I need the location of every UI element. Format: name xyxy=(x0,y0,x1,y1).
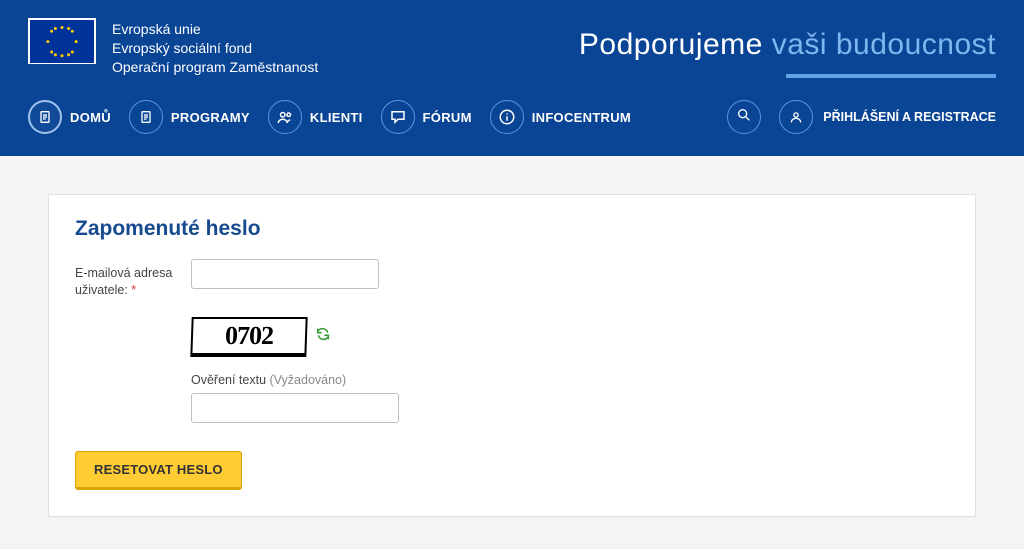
captcha-text: 0702 xyxy=(225,321,274,351)
auth-link[interactable]: PŘIHLÁŠENÍ A REGISTRACE xyxy=(779,100,996,134)
site-header: Evropská unie Evropský sociální fond Ope… xyxy=(0,0,1024,156)
document-icon xyxy=(129,100,163,134)
nav-label: KLIENTI xyxy=(310,110,363,125)
captcha-label-text: Ověření textu xyxy=(191,373,270,387)
nav-item-infocentre[interactable]: INFOCENTRUM xyxy=(490,100,631,134)
eu-flag-icon xyxy=(28,18,96,64)
captcha-section: 0702 Ověření textu (Vyžadováno) xyxy=(191,317,949,423)
nav-label: DOMŮ xyxy=(70,110,111,125)
slogan-part2: vaši budoucnost xyxy=(772,28,996,61)
eu-line-2: Evropský sociální fond xyxy=(112,39,318,58)
forgot-password-card: Zapomenuté heslo E-mailová adresa uživat… xyxy=(48,194,976,517)
email-field[interactable] xyxy=(191,259,379,289)
reset-password-button[interactable]: RESETOVAT HESLO xyxy=(75,451,242,490)
search-button[interactable] xyxy=(727,100,761,134)
captcha-field[interactable] xyxy=(191,393,399,423)
chat-icon xyxy=(381,100,415,134)
nav-item-clients[interactable]: KLIENTI xyxy=(268,100,363,134)
page-content: Zapomenuté heslo E-mailová adresa uživat… xyxy=(0,156,1024,527)
slogan-underline xyxy=(786,74,996,78)
search-icon xyxy=(736,107,752,128)
card-title: Zapomenuté heslo xyxy=(75,217,949,241)
document-icon xyxy=(28,100,62,134)
nav-item-forum[interactable]: FÓRUM xyxy=(381,100,472,134)
auth-label: PŘIHLÁŠENÍ A REGISTRACE xyxy=(823,110,996,124)
email-label: E-mailová adresa uživatele: * xyxy=(75,259,179,299)
user-icon xyxy=(779,100,813,134)
captcha-label: Ověření textu (Vyžadováno) xyxy=(191,373,949,387)
site-slogan: Podporujeme vaši budoucnost xyxy=(579,18,996,78)
nav-item-programs[interactable]: PROGRAMY xyxy=(129,100,250,134)
captcha-label-hint: (Vyžadováno) xyxy=(270,373,347,387)
slogan-part1: Podporujeme xyxy=(579,28,772,61)
email-label-text: E-mailová adresa uživatele: xyxy=(75,266,172,297)
required-mark: * xyxy=(131,283,136,297)
info-icon xyxy=(490,100,524,134)
nav-label: FÓRUM xyxy=(423,110,472,125)
users-icon xyxy=(268,100,302,134)
nav-label: PROGRAMY xyxy=(171,110,250,125)
refresh-icon[interactable] xyxy=(315,326,331,347)
eu-program-text: Evropská unie Evropský sociální fond Ope… xyxy=(112,18,318,77)
email-row: E-mailová adresa uživatele: * xyxy=(75,259,949,299)
nav-label: INFOCENTRUM xyxy=(532,110,631,125)
nav-item-home[interactable]: DOMŮ xyxy=(28,100,111,134)
main-nav: DOMŮ PROGRAMY KLIENTI FÓRUM INFOCENTRUM xyxy=(28,78,996,156)
captcha-image: 0702 xyxy=(190,317,307,357)
eu-line-1: Evropská unie xyxy=(112,20,318,39)
eu-line-3: Operační program Zaměstnanost xyxy=(112,58,318,77)
